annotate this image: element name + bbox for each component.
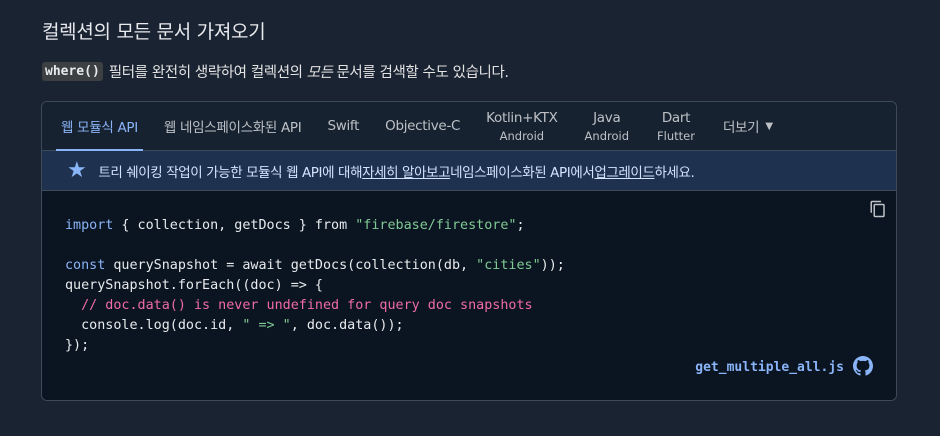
code-line-6: console.log(doc.id, " => ", doc.data()); [65, 318, 404, 333]
tab-objective-c[interactable]: Objective-C [372, 102, 473, 150]
upgrade-link[interactable]: 업그레이드 [594, 161, 655, 181]
para-text-after: 문서를 검색할 수도 있습니다. [336, 65, 509, 81]
learn-more-link[interactable]: 자세히 알아보고 [362, 161, 450, 181]
para-text-before: 필터를 완전히 생략하여 컬렉션의 [108, 65, 303, 81]
tab-web-namespaced[interactable]: 웹 네임스페이스화된 API [151, 102, 315, 150]
code-content: import { collection, getDocs } from "fir… [65, 216, 565, 356]
code-line-3: const querySnapshot = await getDocs(coll… [65, 258, 565, 273]
tab-label: 웹 네임스페이스화된 API [163, 120, 302, 136]
source-file-link[interactable]: get_multiple_all.js [695, 360, 844, 375]
notice-text: 트리 쉐이킹 작업이 가능한 모듈식 웹 API에 대해 [98, 164, 363, 181]
tab-label: Kotlin+KTX [486, 109, 558, 126]
code-block: import { collection, getDocs } from "fir… [42, 191, 896, 400]
tab-sublabel: Android [584, 128, 630, 143]
caret-down-icon: ▼ [765, 120, 773, 132]
tab-swift[interactable]: Swift [314, 102, 372, 150]
copy-icon[interactable] [869, 200, 887, 218]
inline-code: where() [42, 62, 103, 81]
section-heading: 컬렉션의 모든 문서 가져오기 [42, 21, 266, 43]
github-icon[interactable] [853, 356, 873, 376]
notice-text: 하세요. [654, 164, 695, 181]
star-icon: ★ [67, 157, 87, 183]
tab-dart[interactable]: Dart Flutter [643, 102, 709, 150]
code-comment-line: // doc.data() is never undefined for que… [65, 298, 533, 313]
tab-java[interactable]: Java Android [571, 102, 643, 150]
tab-label: 더보기 [722, 120, 760, 136]
tab-kotlin-ktx[interactable]: Kotlin+KTX Android [473, 102, 570, 150]
tab-label: Objective-C [385, 118, 461, 134]
tab-sublabel: Flutter [657, 128, 695, 143]
code-line-7: }); [65, 338, 90, 353]
tab-label: Dart [661, 109, 691, 126]
para-emphasis: 모든 [306, 65, 333, 81]
info-notice: ★ 트리 쉐이킹 작업이 가능한 모듈식 웹 API에 대해 자세히 알아보고 … [42, 151, 896, 191]
code-sample-card: 웹 모듈식 API 웹 네임스페이스화된 API Swift Objective… [41, 101, 897, 401]
tab-label: Swift [327, 118, 360, 134]
tab-web-modular[interactable]: 웹 모듈식 API [48, 102, 151, 151]
code-line-1: import { collection, getDocs } from "fir… [65, 218, 525, 233]
tab-label: 웹 모듈식 API [61, 120, 138, 136]
description-paragraph: where() 필터를 완전히 생략하여 컬렉션의 모든 문서를 검색할 수도 … [42, 61, 509, 82]
tab-more[interactable]: 더보기 ▼ [709, 102, 784, 150]
tab-sublabel: Android [499, 128, 545, 143]
language-tabs: 웹 모듈식 API 웹 네임스페이스화된 API Swift Objective… [42, 102, 896, 151]
tab-label: Java [593, 109, 621, 126]
notice-text: 네임스페이스화된 API에서 [450, 164, 595, 181]
code-line-4: querySnapshot.forEach((doc) => { [65, 278, 323, 293]
